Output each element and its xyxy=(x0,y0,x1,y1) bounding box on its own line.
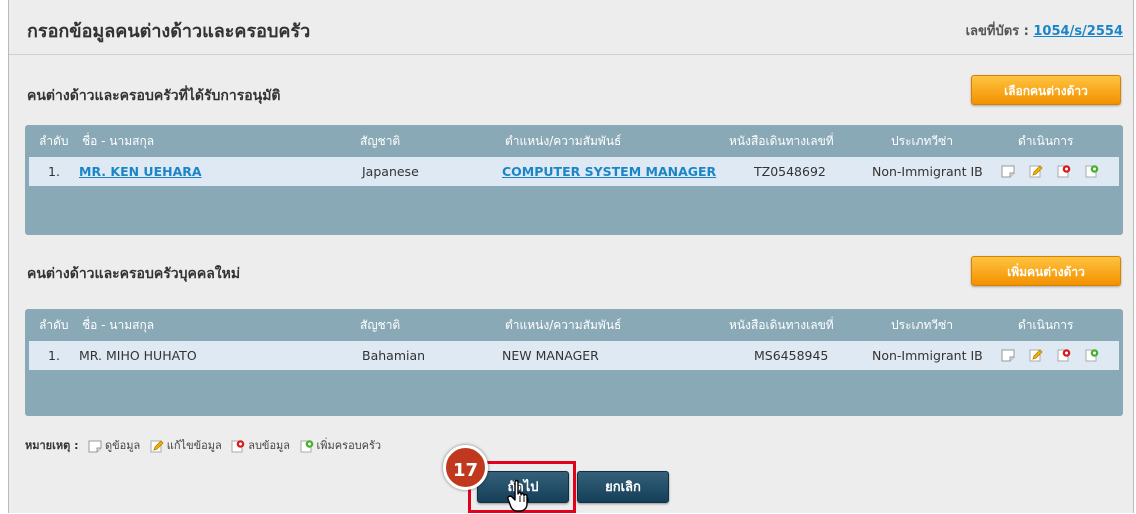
legend-edit: แก้ไขข้อมูล xyxy=(150,436,222,454)
main-panel: กรอกข้อมูลคนต่างด้าวและครอบครัว เลขที่บั… xyxy=(8,0,1134,513)
approved-section-title: คนต่างด้าวและครอบครัวที่ได้รับการอนุมัติ xyxy=(27,88,281,104)
row-visa: Non-Immigrant IB xyxy=(872,348,983,363)
col-name: ชื่อ - นามสกุล xyxy=(82,318,155,332)
row-nationality: Japanese xyxy=(362,164,419,179)
step-number-badge: 17 xyxy=(443,445,488,490)
delete-icon[interactable] xyxy=(1057,164,1071,178)
delete-icon[interactable] xyxy=(1057,348,1071,362)
hand-cursor-icon xyxy=(507,479,529,512)
legend-view-text: ดูข้อมูล xyxy=(105,439,141,452)
row-nationality: Bahamian xyxy=(362,348,426,363)
col-visa: ประเภทวีซ่า xyxy=(891,318,954,332)
legend-label: หมายเหตุ : xyxy=(25,439,79,452)
col-position: ตำแหน่ง/ความสัมพันธ์ xyxy=(505,318,622,332)
page-title: กรอกข้อมูลคนต่างด้าวและครอบครัว xyxy=(27,21,311,42)
col-nationality: สัญชาติ xyxy=(360,134,401,148)
legend-delete: ลบข้อมูล xyxy=(231,436,290,454)
row-index: 1. xyxy=(48,348,60,363)
row-passport: MS6458945 xyxy=(754,348,829,363)
col-passport: หนังสือเดินทางเลขที่ xyxy=(729,134,834,148)
add-family-icon[interactable] xyxy=(1085,348,1099,362)
table-row: 1. MR. MIHO HUHATO Bahamian NEW MANAGER … xyxy=(29,341,1119,370)
row-name: MR. MIHO HUHATO xyxy=(79,348,197,363)
col-index: ลำดับ xyxy=(39,134,69,148)
col-passport: หนังสือเดินทางเลขที่ xyxy=(729,318,834,332)
row-name-link[interactable]: MR. KEN UEHARA xyxy=(79,164,202,179)
add-family-icon xyxy=(300,440,313,453)
col-name: ชื่อ - นามสกุล xyxy=(82,134,155,148)
row-index: 1. xyxy=(48,164,60,179)
new-section-title: คนต่างด้าวและครอบครัวบุคคลใหม่ xyxy=(27,266,241,282)
view-icon xyxy=(88,440,102,453)
card-number: เลขที่บัตร : 1054/s/2554 xyxy=(966,20,1123,41)
col-nationality: สัญชาติ xyxy=(360,318,401,332)
legend: หมายเหตุ : ดูข้อมูล แก้ไขข้อมูล ลบข้อมูล… xyxy=(25,436,381,454)
row-visa: Non-Immigrant IB xyxy=(872,164,983,179)
card-number-label: เลขที่บัตร : xyxy=(965,24,1029,39)
approved-table: ลำดับ ชื่อ - นามสกุล สัญชาติ ตำแหน่ง/ควา… xyxy=(25,125,1123,235)
col-position: ตำแหน่ง/ความสัมพันธ์ xyxy=(505,134,622,148)
cancel-button[interactable]: ยกเลิก xyxy=(577,471,669,503)
legend-add-family: เพิ่มครอบครัว xyxy=(300,436,382,454)
table-header: ลำดับ ชื่อ - นามสกุล สัญชาติ ตำแหน่ง/ควา… xyxy=(25,309,1123,341)
delete-icon xyxy=(231,440,245,453)
legend-view: ดูข้อมูล xyxy=(88,436,140,454)
page-header: กรอกข้อมูลคนต่างด้าวและครอบครัว เลขที่บั… xyxy=(9,0,1133,55)
edit-icon[interactable] xyxy=(1029,348,1043,362)
legend-edit-text: แก้ไขข้อมูล xyxy=(166,439,222,452)
col-index: ลำดับ xyxy=(39,318,69,332)
view-icon[interactable] xyxy=(1001,348,1015,362)
view-icon[interactable] xyxy=(1001,164,1015,178)
edit-icon[interactable] xyxy=(1029,164,1043,178)
col-visa: ประเภทวีซ่า xyxy=(891,134,954,148)
new-table: ลำดับ ชื่อ - นามสกุล สัญชาติ ตำแหน่ง/ควา… xyxy=(25,309,1123,416)
select-foreigner-button[interactable]: เลือกคนต่างด้าว xyxy=(971,75,1121,105)
card-number-link[interactable]: 1054/s/2554 xyxy=(1033,24,1123,39)
add-foreigner-button[interactable]: เพิ่มคนต่างด้าว xyxy=(971,256,1121,286)
col-actions: ดำเนินการ xyxy=(1018,134,1074,148)
table-row: 1. MR. KEN UEHARA Japanese COMPUTER SYST… xyxy=(29,157,1119,186)
table-header: ลำดับ ชื่อ - นามสกุล สัญชาติ ตำแหน่ง/ควา… xyxy=(25,125,1123,157)
row-position-link[interactable]: COMPUTER SYSTEM MANAGER xyxy=(502,164,716,179)
row-position: NEW MANAGER xyxy=(502,348,599,363)
add-family-icon[interactable] xyxy=(1085,164,1099,178)
legend-add-family-text: เพิ่มครอบครัว xyxy=(316,439,382,452)
edit-icon xyxy=(150,440,164,453)
row-passport: TZ0548692 xyxy=(754,164,826,179)
col-actions: ดำเนินการ xyxy=(1018,318,1074,332)
legend-delete-text: ลบข้อมูล xyxy=(248,439,291,452)
